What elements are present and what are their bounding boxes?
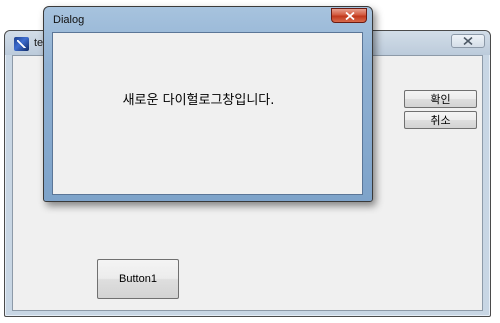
ok-button[interactable]: 확인 xyxy=(404,90,477,108)
close-icon xyxy=(463,37,473,45)
dialog-window: Dialog 새로운 다이헐로그창입니다. xyxy=(43,6,373,202)
dialog-client-area: 새로운 다이헐로그창입니다. xyxy=(52,32,363,195)
dialog-message: 새로운 다이헐로그창입니다. xyxy=(122,93,275,108)
button1[interactable]: Button1 xyxy=(97,259,179,299)
dialog-close-button[interactable] xyxy=(331,8,367,23)
dialog-title: Dialog xyxy=(53,14,85,26)
cancel-button[interactable]: 취소 xyxy=(404,111,477,129)
close-icon xyxy=(345,12,355,20)
main-window-close-button[interactable] xyxy=(451,34,485,48)
dialog-titlebar[interactable]: Dialog xyxy=(44,7,372,31)
app-icon[interactable] xyxy=(14,37,29,51)
